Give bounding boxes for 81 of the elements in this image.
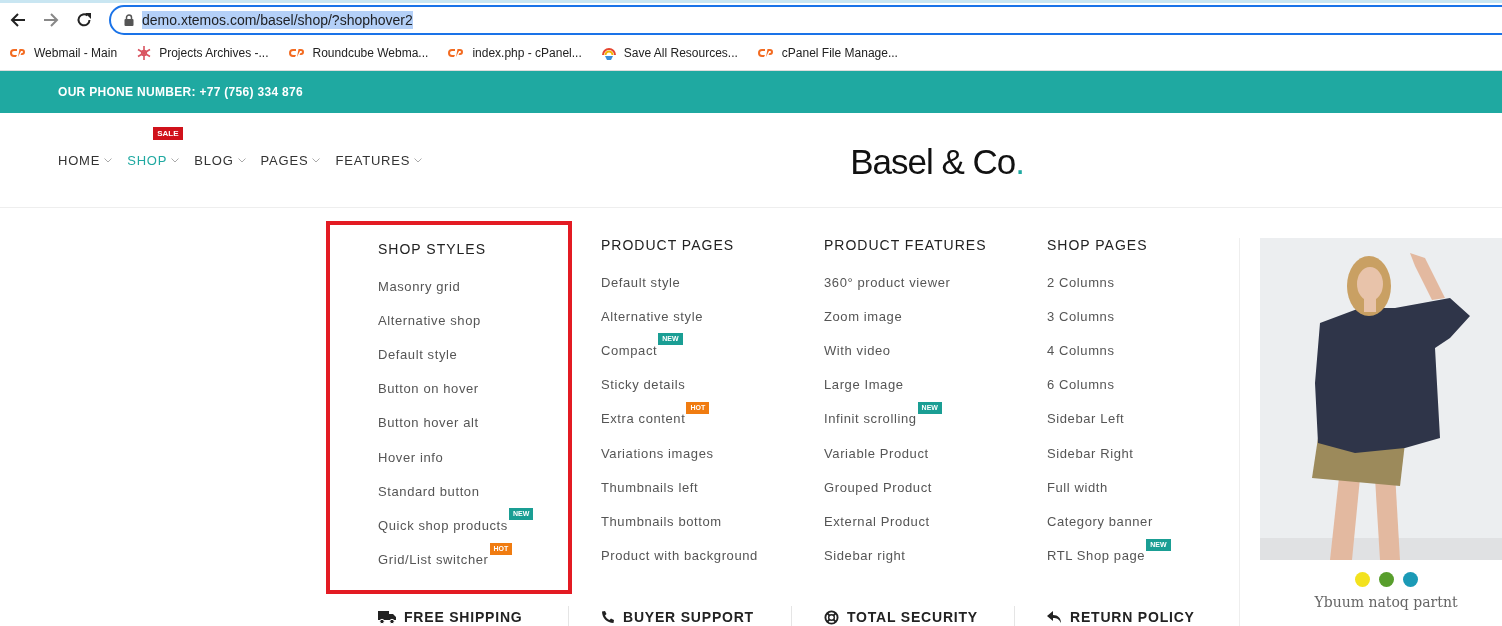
chevron-down-icon: [237, 157, 246, 163]
color-swatch[interactable]: [1402, 572, 1418, 587]
menu-link[interactable]: 6 Columns: [1047, 377, 1115, 393]
bookmark-link[interactable]: index.php - cPanel...: [472, 46, 582, 60]
menu-link[interactable]: Hover info: [378, 449, 444, 465]
rainbow-icon: [601, 46, 616, 60]
menu-link[interactable]: Button hover alt: [378, 415, 479, 431]
menu-link[interactable]: Sidebar Left: [1047, 411, 1125, 427]
menu-link[interactable]: Large Image: [824, 377, 904, 393]
feature-title: TOTAL SECURITY: [847, 609, 978, 625]
cpanel-icon: [757, 47, 774, 59]
snowflake-icon: [137, 46, 152, 60]
menu-link[interactable]: With video: [824, 342, 891, 358]
phone-number: OUR PHONE NUMBER: +77 (756) 334 876: [58, 85, 303, 99]
feature-title: FREE SHIPPING: [404, 609, 523, 625]
bookmark-link[interactable]: cPanel File Manage...: [781, 46, 898, 60]
nav-link[interactable]: BLOG: [194, 152, 234, 168]
menu-link[interactable]: Zoom image: [824, 308, 903, 324]
menu-link[interactable]: Sidebar Right: [1047, 445, 1134, 461]
return-arrow-icon: [1047, 610, 1062, 624]
menu-link[interactable]: 2 Columns: [1047, 274, 1115, 290]
product-name[interactable]: Ybuum natoq partnt: [1314, 594, 1458, 610]
column-heading: PRODUCT FEATURES: [824, 236, 988, 255]
lock-icon: [124, 13, 134, 26]
menu-link[interactable]: Quick shop products: [378, 517, 508, 533]
menu-link[interactable]: Alternative style: [601, 308, 703, 324]
menu-link[interactable]: Grid/List switcher: [378, 552, 489, 568]
column-heading: PRODUCT PAGES: [601, 236, 736, 255]
address-bar[interactable]: demo.xtemos.com/basel/shop/?shophover2: [109, 4, 1502, 35]
menu-link[interactable]: Category banner: [1047, 513, 1153, 529]
menu-link[interactable]: Sticky details: [601, 377, 686, 393]
back-icon[interactable]: [10, 11, 26, 28]
column-heading: SHOP PAGES: [1047, 236, 1149, 255]
nav-link[interactable]: PAGES: [260, 152, 309, 168]
chevron-down-icon: [312, 157, 321, 163]
color-swatch[interactable]: [1378, 572, 1394, 587]
color-swatch[interactable]: [1354, 572, 1370, 587]
menu-link[interactable]: Grouped Product: [824, 479, 932, 495]
column-heading: SHOP STYLES: [378, 240, 487, 259]
lifebuoy-icon: [824, 609, 839, 625]
forward-icon[interactable]: [43, 11, 59, 28]
phone-icon: [601, 610, 615, 624]
cpanel-icon: [10, 47, 26, 59]
chevron-down-icon: [104, 157, 113, 163]
feature-title: RETURN POLICY: [1070, 609, 1195, 625]
feature-title: BUYER SUPPORT: [623, 609, 754, 625]
menu-link[interactable]: Product with background: [601, 548, 758, 564]
menu-link[interactable]: 360° product viewer: [824, 274, 951, 290]
nav-link[interactable]: FEATURES: [335, 152, 411, 168]
url-text: demo.xtemos.com/basel/shop/?shophover2: [142, 10, 413, 29]
menu-link[interactable]: Masonry grid: [378, 278, 461, 294]
logo[interactable]: Basel & Co.: [850, 142, 1025, 182]
menu-link[interactable]: Sidebar right: [824, 548, 906, 564]
menu-link[interactable]: RTL Shop page: [1047, 548, 1146, 564]
menu-link[interactable]: Standard button: [378, 483, 480, 499]
menu-link[interactable]: Variable Product: [824, 445, 929, 461]
reload-icon[interactable]: [76, 11, 92, 28]
bookmark-link[interactable]: Projects Archives -...: [159, 46, 269, 60]
menu-link[interactable]: Thumbnails bottom: [601, 513, 722, 529]
menu-link[interactable]: Default style: [601, 274, 681, 290]
menu-link[interactable]: Infinit scrolling: [824, 411, 917, 427]
menu-link[interactable]: 3 Columns: [1047, 308, 1115, 324]
menu-link[interactable]: Variations images: [601, 445, 714, 461]
chevron-down-icon: [414, 157, 423, 163]
menu-link[interactable]: Thumbnails left: [601, 479, 699, 495]
menu-link[interactable]: Alternative shop: [378, 312, 481, 328]
menu-link[interactable]: External Product: [824, 513, 930, 529]
chevron-down-icon: [171, 157, 180, 163]
menu-link[interactable]: Default style: [378, 346, 458, 362]
sale-badge: SALE: [153, 126, 183, 140]
menu-link[interactable]: 4 Columns: [1047, 342, 1115, 358]
bookmark-link[interactable]: Roundcube Webma...: [312, 46, 429, 60]
bookmark-link[interactable]: Save All Resources...: [623, 46, 738, 60]
menu-link[interactable]: Compact: [601, 342, 658, 358]
menu-link[interactable]: Full width: [1047, 479, 1108, 495]
nav-link[interactable]: HOME: [58, 152, 101, 168]
cpanel-icon: [288, 47, 305, 59]
cpanel-icon: [448, 47, 465, 59]
menu-link[interactable]: Button on hover: [378, 381, 479, 397]
menu-link[interactable]: Extra content: [601, 411, 686, 427]
bookmark-link[interactable]: Webmail - Main: [34, 46, 118, 60]
